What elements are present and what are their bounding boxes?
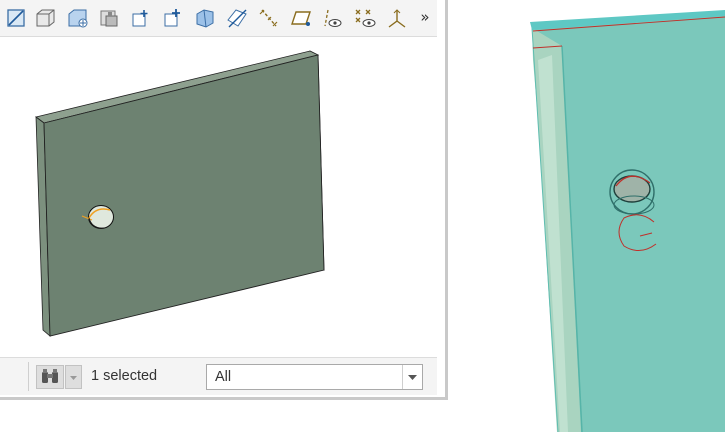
more-tools-chevron-icon[interactable]: » — [416, 6, 434, 30]
graphics-viewport[interactable] — [0, 37, 437, 357]
box-extrude-icon[interactable] — [32, 6, 58, 30]
filter-value: All — [215, 369, 232, 385]
add-view-icon[interactable] — [128, 6, 154, 30]
shaded-box-icon[interactable] — [64, 6, 90, 30]
binoculars-icon — [42, 369, 58, 383]
add-feature-icon[interactable] — [160, 6, 186, 30]
selection-count: 1 selected — [91, 368, 158, 384]
status-bar: 1 selected All — [0, 357, 437, 395]
model-window: » 1 selected All — [0, 0, 448, 400]
point-visibility-icon[interactable] — [320, 6, 346, 30]
selection-filter-select[interactable]: All — [206, 364, 423, 390]
render-icon[interactable] — [192, 6, 218, 30]
plane-display-icon[interactable] — [224, 6, 250, 30]
csys-display-icon[interactable] — [384, 6, 410, 30]
plate-model — [35, 50, 325, 337]
chevron-down-icon[interactable] — [402, 365, 422, 389]
sketch-view-icon[interactable] — [2, 6, 28, 30]
saved-views-icon[interactable] — [96, 6, 122, 30]
find-button[interactable] — [36, 365, 64, 389]
status-divider — [28, 362, 29, 391]
view-toolbar: » — [0, 0, 437, 37]
chevron-down-icon — [70, 376, 77, 380]
point-display-icon[interactable] — [352, 6, 378, 30]
axis-display-icon[interactable] — [256, 6, 282, 30]
datum-plane-icon[interactable] — [288, 6, 314, 30]
find-dropdown-arrow[interactable] — [65, 365, 82, 389]
plate-face — [43, 54, 325, 337]
